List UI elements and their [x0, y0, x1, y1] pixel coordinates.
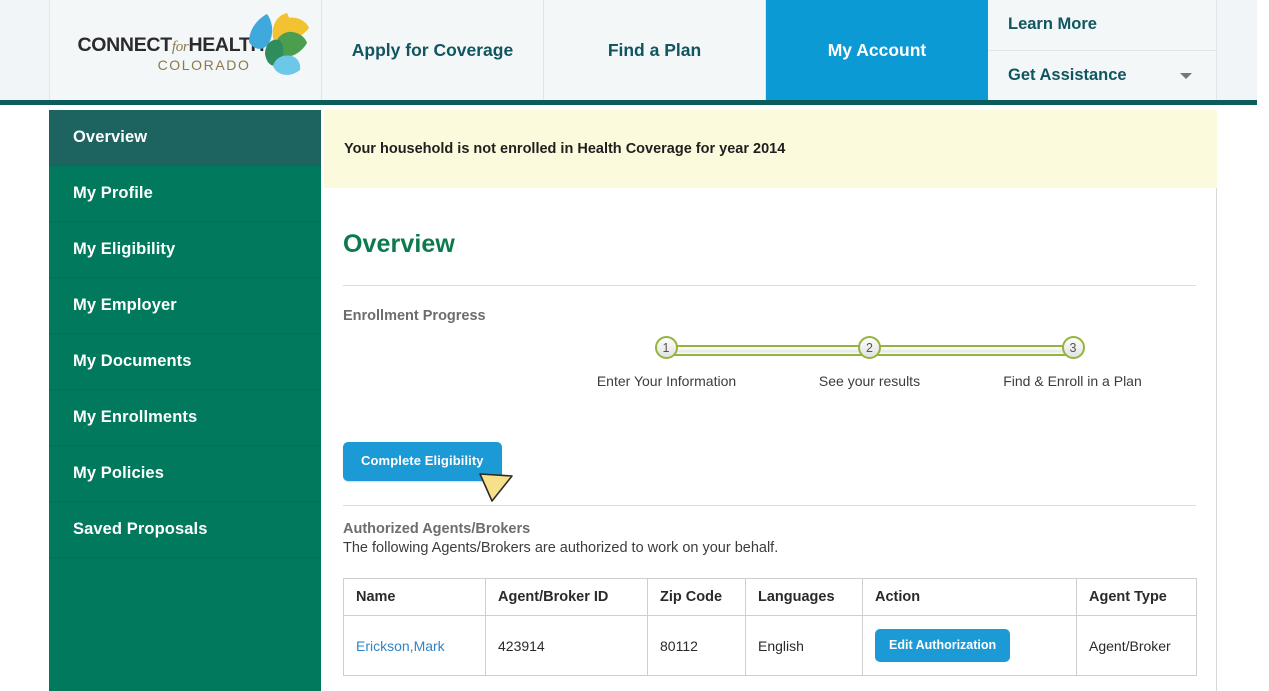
main-content: Your household is not enrolled in Health… — [324, 110, 1217, 691]
authorized-agents-title: Authorized Agents/Brokers — [343, 521, 531, 537]
sidebar-label-my-policies: My Policies — [73, 464, 164, 482]
enrollment-alert-banner: Your household is not enrolled in Health… — [324, 110, 1217, 188]
nav-account-label: My Account — [827, 39, 927, 60]
authorized-agents-subtitle: The following Agents/Brokers are authori… — [343, 540, 779, 556]
logo-text-colorado: COLORADO — [157, 56, 251, 73]
cell-zip: 80112 — [647, 615, 746, 676]
sidebar-nav: Overview My Profile My Eligibility My Em… — [49, 110, 321, 691]
chevron-down-icon — [1180, 73, 1192, 80]
nav-learn-more-label: Learn More — [1008, 15, 1097, 34]
sidebar-item-my-enrollments[interactable]: My Enrollments — [49, 390, 321, 446]
complete-eligibility-zone: Complete Eligibility — [343, 442, 1196, 502]
enrollment-progress-label: Enrollment Progress — [343, 308, 486, 324]
nav-get-assistance-label: Get Assistance — [1008, 65, 1127, 84]
nav-secondary-group: Learn More Get Assistance — [988, 0, 1217, 100]
sidebar-label-my-employer: My Employer — [73, 296, 177, 314]
stepper-node-2[interactable]: 2 — [858, 336, 881, 359]
col-header-action: Action — [862, 578, 1077, 616]
nav-apply-for-coverage[interactable]: Apply for Coverage — [322, 0, 544, 100]
edit-authorization-button[interactable]: Edit Authorization — [875, 629, 1011, 662]
site-logo[interactable]: CONNECTforHEALTH COLORADO — [49, 0, 322, 100]
col-header-name: Name — [343, 578, 486, 616]
logo-text-for: for — [171, 39, 189, 55]
table-header-row: Name Agent/Broker ID Zip Code Languages … — [343, 578, 1197, 616]
sidebar-label-my-enrollments: My Enrollments — [73, 408, 198, 426]
sidebar-label-my-documents: My Documents — [73, 352, 192, 370]
cell-agent-id: 423914 — [485, 615, 648, 676]
nav-find-a-plan[interactable]: Find a Plan — [544, 0, 766, 100]
logo-text-connect: CONNECT — [77, 34, 173, 56]
nav-apply-label: Apply for Coverage — [351, 39, 514, 60]
table-row: Erickson,Mark 423914 80112 English Edit … — [343, 615, 1197, 676]
stepper-number-2: 2 — [866, 340, 873, 355]
nav-get-assistance[interactable]: Get Assistance — [988, 51, 1216, 101]
sidebar-label-overview: Overview — [73, 128, 148, 146]
cell-action: Edit Authorization — [862, 615, 1077, 676]
cell-languages: English — [745, 615, 863, 676]
nav-my-account[interactable]: My Account — [766, 0, 988, 100]
stepper-number-1: 1 — [662, 340, 670, 355]
mouse-cursor-icon — [479, 466, 515, 506]
leaf-cluster-icon — [243, 12, 311, 84]
stepper-number-3: 3 — [1069, 340, 1077, 355]
logo-wordmark: CONNECTforHEALTH COLORADO — [77, 34, 265, 73]
sidebar-item-my-employer[interactable]: My Employer — [49, 278, 321, 334]
agent-name-link[interactable]: Erickson,Mark — [356, 638, 445, 654]
authorized-agents-table: Name Agent/Broker ID Zip Code Languages … — [343, 578, 1197, 676]
page-root: CONNECTforHEALTH COLORADO Apply for Cove… — [0, 0, 1269, 691]
stepper-label-3: Find & Enroll in a Plan — [1003, 373, 1142, 389]
page-title: Overview — [343, 230, 455, 258]
sidebar-item-my-policies[interactable]: My Policies — [49, 446, 321, 502]
stepper-node-3[interactable]: 3 — [1061, 336, 1085, 359]
col-header-agent-id: Agent/Broker ID — [485, 578, 648, 616]
sidebar-label-my-profile: My Profile — [73, 184, 153, 202]
sidebar-label-saved-proposals: Saved Proposals — [73, 520, 208, 538]
sidebar-item-my-documents[interactable]: My Documents — [49, 334, 321, 390]
cell-agent-type: Agent/Broker — [1076, 615, 1197, 676]
col-header-zip: Zip Code — [647, 578, 746, 616]
nav-find-label: Find a Plan — [607, 39, 702, 60]
col-header-agent-type: Agent Type — [1076, 578, 1197, 616]
sidebar-item-overview[interactable]: Overview — [49, 110, 321, 166]
col-header-languages: Languages — [745, 578, 863, 616]
complete-eligibility-button[interactable]: Complete Eligibility — [343, 442, 502, 481]
nav-learn-more[interactable]: Learn More — [988, 0, 1216, 51]
sidebar-item-my-eligibility[interactable]: My Eligibility — [49, 222, 321, 278]
stepper-node-1[interactable]: 1 — [654, 336, 678, 359]
sidebar-filler — [49, 558, 321, 691]
stepper-label-2: See your results — [818, 373, 921, 389]
sidebar-item-saved-proposals[interactable]: Saved Proposals — [49, 502, 321, 558]
enrollment-progress-stepper: 1 2 3 Enter Your Information See your re… — [343, 336, 1196, 448]
site-header: CONNECTforHEALTH COLORADO Apply for Cove… — [0, 0, 1257, 105]
sidebar-item-my-profile[interactable]: My Profile — [49, 166, 321, 222]
stepper-label-1: Enter Your Information — [596, 373, 737, 389]
cell-name: Erickson,Mark — [343, 615, 486, 676]
enrollment-alert-text: Your household is not enrolled in Health… — [344, 141, 786, 157]
sidebar-label-my-eligibility: My Eligibility — [73, 240, 176, 258]
